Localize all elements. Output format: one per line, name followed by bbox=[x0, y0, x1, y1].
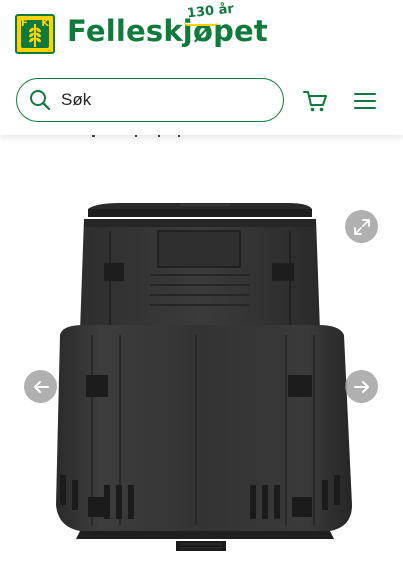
menu-button[interactable] bbox=[350, 86, 380, 116]
logo[interactable]: F K bbox=[15, 14, 55, 54]
hamburger-menu-icon bbox=[354, 93, 376, 109]
brand-name[interactable]: Felleskjøpet bbox=[67, 14, 268, 48]
arrow-right-icon bbox=[353, 380, 369, 393]
search-icon[interactable] bbox=[29, 89, 51, 111]
logo-letter-f: F bbox=[21, 18, 28, 29]
product-image-gallery[interactable] bbox=[0, 135, 403, 575]
site-header: F K Felleskjøpet 130 år bbox=[0, 0, 403, 135]
cart-button[interactable] bbox=[300, 86, 330, 116]
previous-image-button[interactable] bbox=[24, 370, 57, 403]
fullscreen-button[interactable] bbox=[345, 210, 378, 243]
next-image-button[interactable] bbox=[345, 370, 378, 403]
cart-icon bbox=[303, 91, 327, 112]
search-bar[interactable] bbox=[16, 78, 284, 122]
expand-icon bbox=[353, 218, 370, 235]
logo-letters: F K bbox=[17, 16, 53, 52]
arrow-left-icon bbox=[33, 380, 49, 393]
cropped-text-fragment bbox=[92, 135, 180, 137]
search-input[interactable] bbox=[61, 90, 251, 110]
compost-bin-image bbox=[56, 135, 352, 551]
anniversary-swoosh bbox=[184, 22, 218, 26]
logo-letter-k: K bbox=[41, 18, 49, 29]
